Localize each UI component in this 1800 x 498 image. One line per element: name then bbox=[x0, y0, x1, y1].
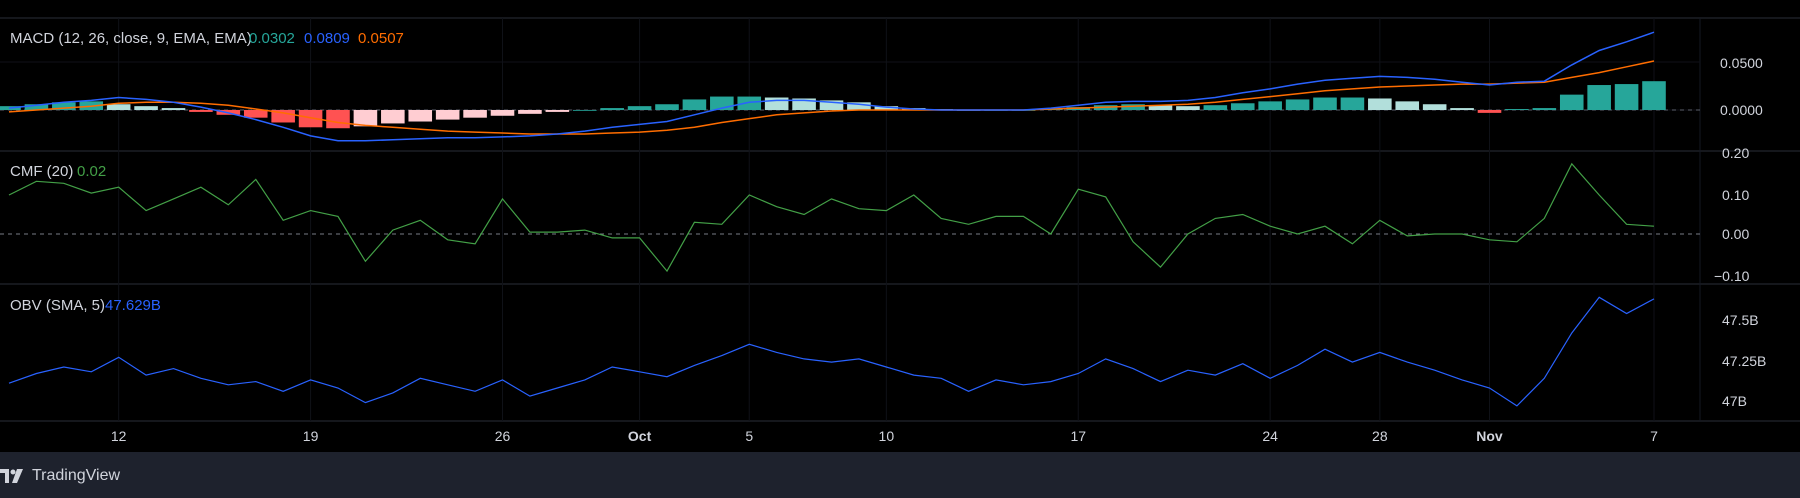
macd-histogram-bar bbox=[490, 110, 515, 116]
x-axis-label: Nov bbox=[1476, 428, 1503, 444]
macd-histogram-bar bbox=[1559, 94, 1584, 110]
macd-histogram-bar bbox=[764, 97, 789, 110]
x-axis-label: 10 bbox=[879, 428, 895, 444]
macd-histogram-bar bbox=[1368, 98, 1392, 110]
macd-legend-hist-value: 0.0302 bbox=[249, 30, 295, 47]
macd-histogram-bar bbox=[189, 110, 213, 112]
footer-bar: TradingView bbox=[0, 452, 1800, 498]
macd-histogram-bar bbox=[1450, 108, 1474, 110]
macd-histogram-bar bbox=[1505, 109, 1529, 110]
x-axis-label: 19 bbox=[303, 428, 319, 444]
macd-histogram-bar bbox=[1642, 81, 1666, 110]
chart-background bbox=[0, 0, 1800, 452]
macd-histogram-bar bbox=[572, 110, 597, 111]
cmf-tick-3: −0.10 bbox=[1714, 268, 1750, 284]
macd-histogram-bar bbox=[545, 110, 570, 112]
cmf-legend-label[interactable]: CMF (20) bbox=[10, 163, 73, 180]
macd-histogram-bar bbox=[1230, 103, 1255, 110]
macd-histogram-bar bbox=[435, 110, 460, 120]
macd-tick-1: 0.0000 bbox=[1720, 102, 1763, 118]
macd-legend-label[interactable]: MACD (12, 26, close, 9, EMA, EMA) bbox=[10, 30, 252, 47]
obv-legend-label[interactable]: OBV (SMA, 5) bbox=[10, 297, 105, 314]
obv-tick-1: 47.25B bbox=[1722, 353, 1766, 369]
macd-histogram-bar bbox=[1614, 84, 1639, 110]
x-axis-label: Oct bbox=[628, 428, 652, 444]
macd-legend-signal-value: 0.0507 bbox=[358, 30, 404, 47]
macd-histogram-bar bbox=[106, 104, 131, 110]
macd-histogram-bar bbox=[1532, 108, 1557, 110]
cmf-legend-value: 0.02 bbox=[77, 163, 106, 180]
macd-histogram-bar bbox=[682, 99, 707, 110]
obv-legend-value: 47.629B bbox=[105, 297, 161, 314]
x-axis-label: 28 bbox=[1372, 428, 1388, 444]
x-axis-label: 5 bbox=[745, 428, 753, 444]
macd-histogram-bar bbox=[1477, 110, 1502, 113]
macd-histogram-bar bbox=[737, 96, 762, 110]
cmf-tick-0: 0.20 bbox=[1722, 145, 1749, 161]
macd-histogram-bar bbox=[627, 106, 652, 110]
macd-histogram-bar bbox=[463, 110, 487, 118]
chart-canvas: MACD (12, 26, close, 9, EMA, EMA) 0.0302… bbox=[0, 0, 1800, 452]
macd-histogram-bar bbox=[1395, 101, 1420, 110]
macd-legend-macd-value: 0.0809 bbox=[304, 30, 350, 47]
x-axis-label: 12 bbox=[111, 428, 127, 444]
macd-tick-0: 0.0500 bbox=[1720, 55, 1763, 71]
macd-histogram-bar bbox=[1203, 105, 1228, 110]
macd-histogram-bar bbox=[1176, 106, 1200, 110]
macd-histogram-bar bbox=[655, 104, 679, 110]
cmf-tick-1: 0.10 bbox=[1722, 187, 1749, 203]
cmf-tick-2: 0.00 bbox=[1722, 226, 1749, 242]
macd-histogram-bar bbox=[1285, 99, 1310, 110]
x-axis-label: 26 bbox=[495, 428, 511, 444]
macd-histogram-bar bbox=[134, 106, 158, 110]
tradingview-logo-icon[interactable] bbox=[0, 469, 26, 483]
macd-histogram-bar bbox=[381, 110, 405, 124]
macd-histogram-bar bbox=[326, 110, 350, 129]
macd-histogram-bar bbox=[600, 108, 624, 110]
macd-histogram-bar bbox=[518, 110, 542, 114]
x-axis-label: 17 bbox=[1070, 428, 1086, 444]
macd-histogram-bar bbox=[1587, 85, 1611, 110]
obv-tick-2: 47B bbox=[1722, 393, 1747, 409]
obv-tick-0: 47.5B bbox=[1722, 312, 1759, 328]
macd-histogram-bar bbox=[1340, 97, 1365, 110]
macd-histogram-bar bbox=[1313, 97, 1337, 110]
macd-histogram-bar bbox=[1422, 104, 1447, 110]
x-axis-label: 24 bbox=[1262, 428, 1278, 444]
tradingview-brand-text[interactable]: TradingView bbox=[32, 467, 120, 485]
macd-histogram-bar bbox=[243, 110, 268, 118]
macd-histogram-bar bbox=[1258, 101, 1282, 110]
macd-histogram-bar bbox=[161, 108, 186, 110]
x-axis-label: 7 bbox=[1650, 428, 1658, 444]
macd-histogram-bar bbox=[408, 110, 433, 122]
